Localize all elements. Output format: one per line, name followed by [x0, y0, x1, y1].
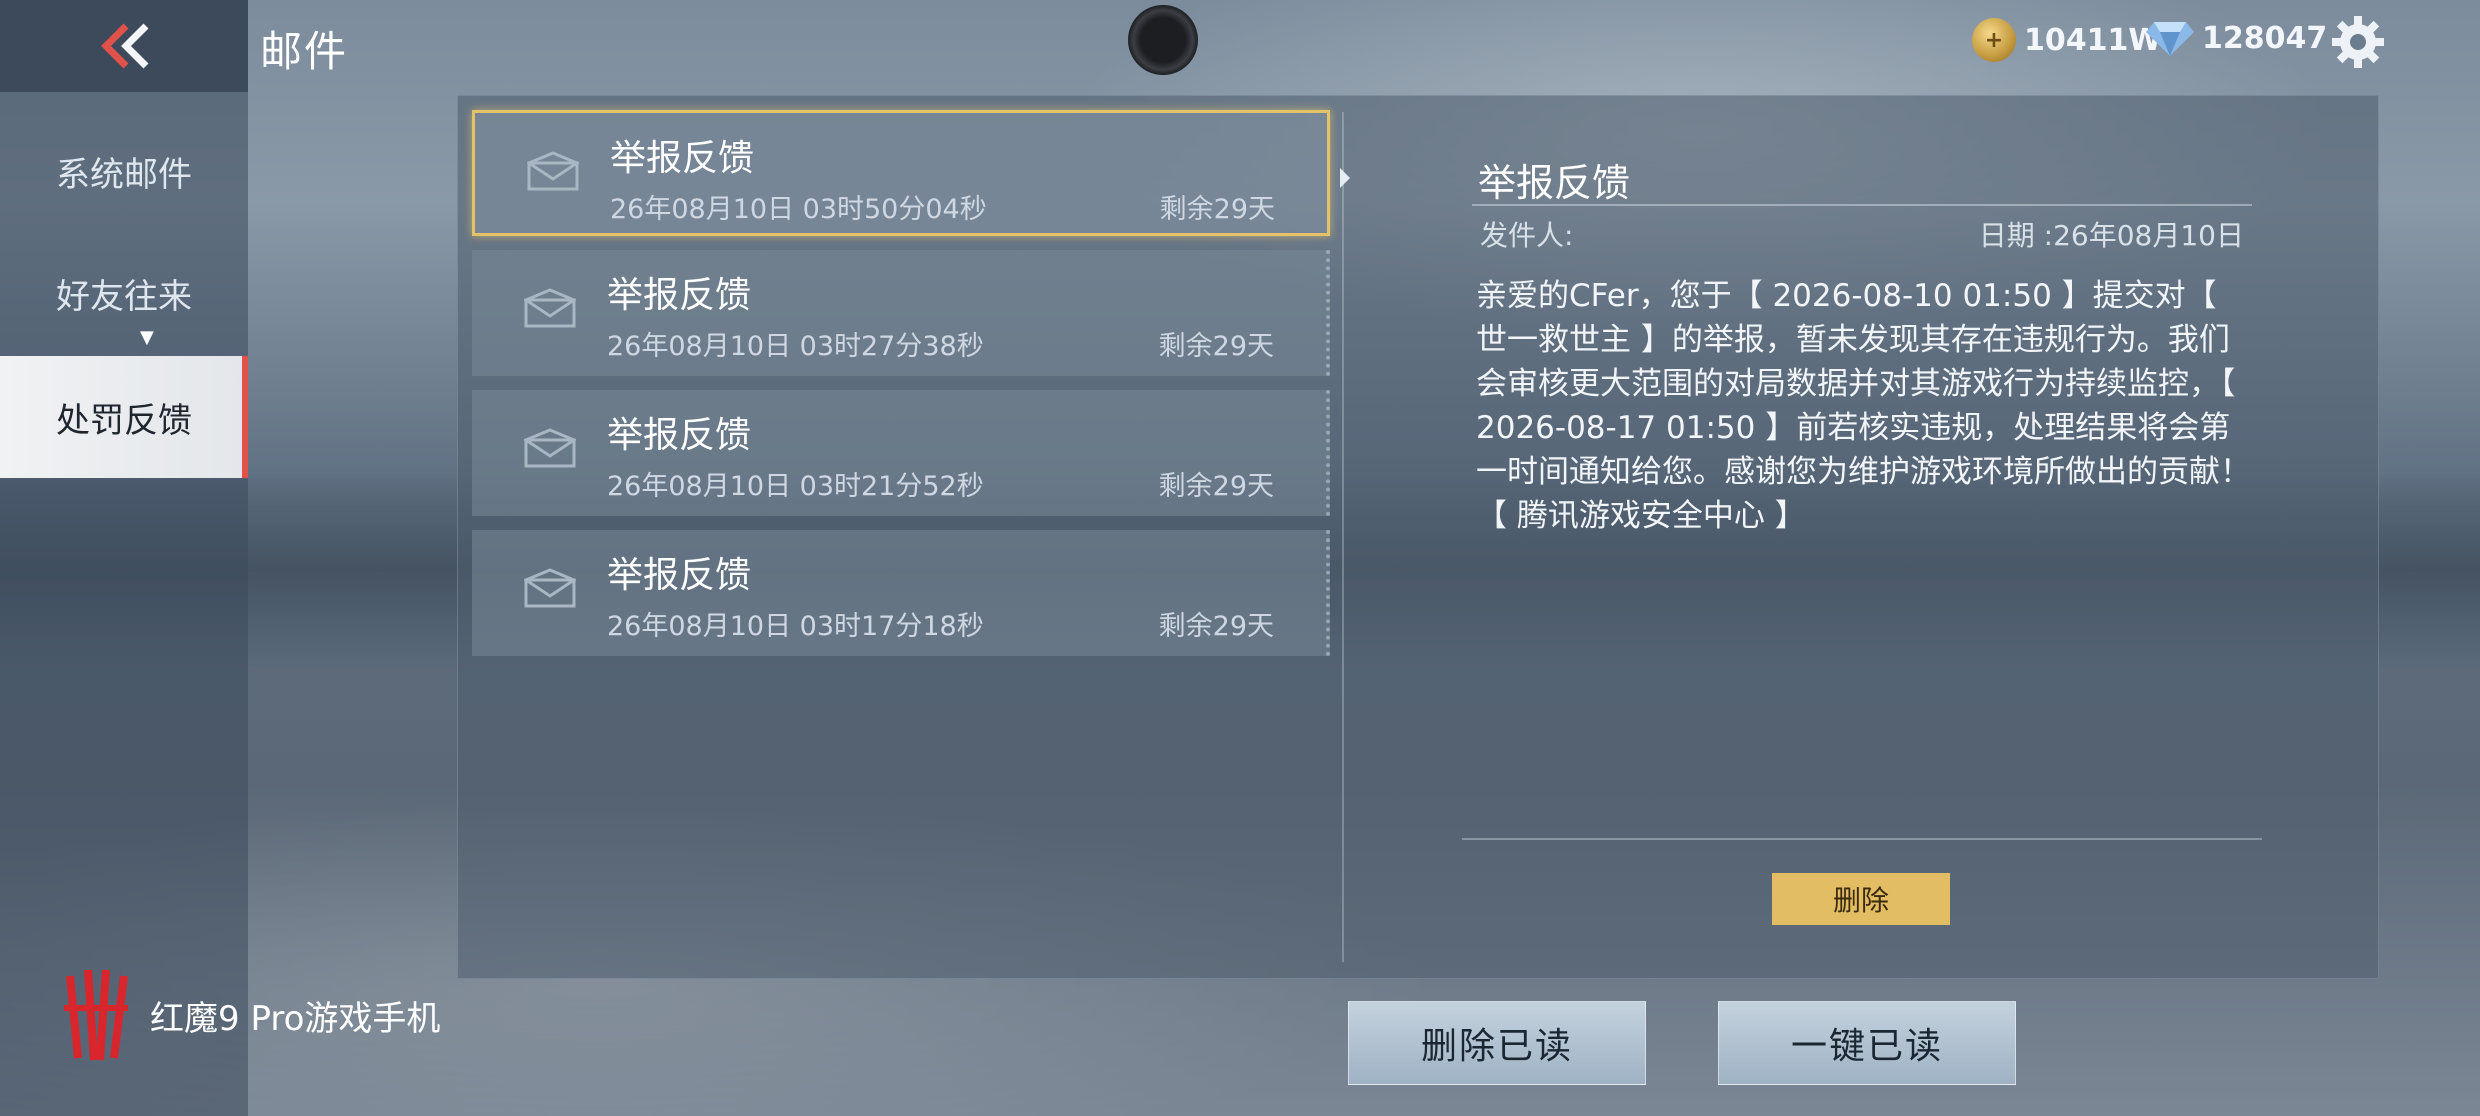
mark-all-read-button[interactable]: 一键已读 — [1718, 1001, 2016, 1085]
camera-cutout — [1128, 5, 1198, 75]
gold-amount: 10411W — [2024, 22, 2162, 58]
envelope-icon — [527, 151, 579, 191]
envelope-icon — [524, 568, 576, 608]
mail-date: 26年08月10日 03时17分18秒 — [607, 611, 984, 642]
mail-title: 举报反馈 — [607, 415, 752, 456]
sidebar-item-penalty-feedback[interactable]: 处罚反馈 — [0, 356, 248, 478]
double-chevron-left-icon — [101, 23, 149, 69]
mail-item[interactable]: 举报反馈 26年08月10日 03时21分52秒 剩余29天 — [472, 390, 1330, 516]
gear-icon[interactable] — [2330, 14, 2386, 70]
mail-remaining: 剩余29天 — [1158, 471, 1274, 502]
mail-item[interactable]: 举报反馈 26年08月10日 03时27分38秒 剩余29天 — [472, 250, 1330, 376]
list-divider — [1342, 112, 1344, 962]
detail-title: 举报反馈 — [1478, 161, 1631, 205]
gold-coin-icon: + — [1972, 18, 2016, 62]
detail-bottom-divider — [1462, 838, 2262, 840]
diamond-icon — [2146, 22, 2194, 56]
back-button[interactable] — [0, 0, 248, 92]
diamond-amount: 128047 — [2202, 20, 2328, 56]
page-title: 邮件 — [260, 27, 349, 76]
envelope-icon — [524, 428, 576, 468]
sidebar-item-label: 处罚反馈 — [56, 400, 192, 441]
watermark-text: 红魔9 Pro游戏手机 — [150, 998, 441, 1039]
mail-remaining: 剩余29天 — [1158, 331, 1274, 362]
mail-item[interactable]: 举报反馈 26年08月10日 03时50分04秒 剩余29天 — [472, 110, 1330, 236]
dropdown-arrow-icon: ▼ — [140, 327, 154, 348]
mail-title: 举报反馈 — [607, 555, 752, 596]
mail-date: 26年08月10日 03时27分38秒 — [607, 331, 984, 362]
selection-pointer-icon — [1340, 168, 1350, 188]
mail-remaining: 剩余29天 — [1158, 611, 1274, 642]
sidebar-item-system-mail[interactable]: 系统邮件 — [0, 110, 248, 232]
mail-date: 26年08月10日 03时50分04秒 — [610, 194, 987, 225]
detail-divider — [1472, 204, 2252, 206]
delete-read-button[interactable]: 删除已读 — [1348, 1001, 1646, 1085]
diamond-currency[interactable]: 128047 — [2146, 18, 2327, 58]
mail-item[interactable]: 举报反馈 26年08月10日 03时17分18秒 剩余29天 — [472, 530, 1330, 656]
sidebar: 系统邮件 好友往来 处罚反馈 — [0, 0, 248, 1116]
mail-date: 26年08月10日 03时21分52秒 — [607, 471, 984, 502]
red-magic-logo-icon — [64, 969, 128, 1061]
sidebar-item-label: 好友往来 — [56, 276, 192, 317]
mail-title: 举报反馈 — [610, 138, 755, 179]
delete-button[interactable]: 删除 — [1772, 873, 1950, 925]
sidebar-item-label: 系统邮件 — [56, 154, 192, 195]
mail-title: 举报反馈 — [607, 275, 752, 316]
date-label: 日期 :26年08月10日 — [1978, 219, 2244, 252]
envelope-icon — [524, 288, 576, 328]
mail-body: 亲爱的CFer，您于【 2026-08-10 01:50 】提交对【 世一救世主… — [1476, 278, 2251, 534]
sidebar-item-friends[interactable]: 好友往来 — [0, 232, 248, 354]
mail-remaining: 剩余29天 — [1159, 194, 1275, 225]
device-watermark: 红魔9 Pro游戏手机 — [60, 968, 440, 1062]
sender-label: 发件人: — [1480, 219, 1574, 252]
gold-currency[interactable]: + 10411W — [1972, 18, 2161, 62]
